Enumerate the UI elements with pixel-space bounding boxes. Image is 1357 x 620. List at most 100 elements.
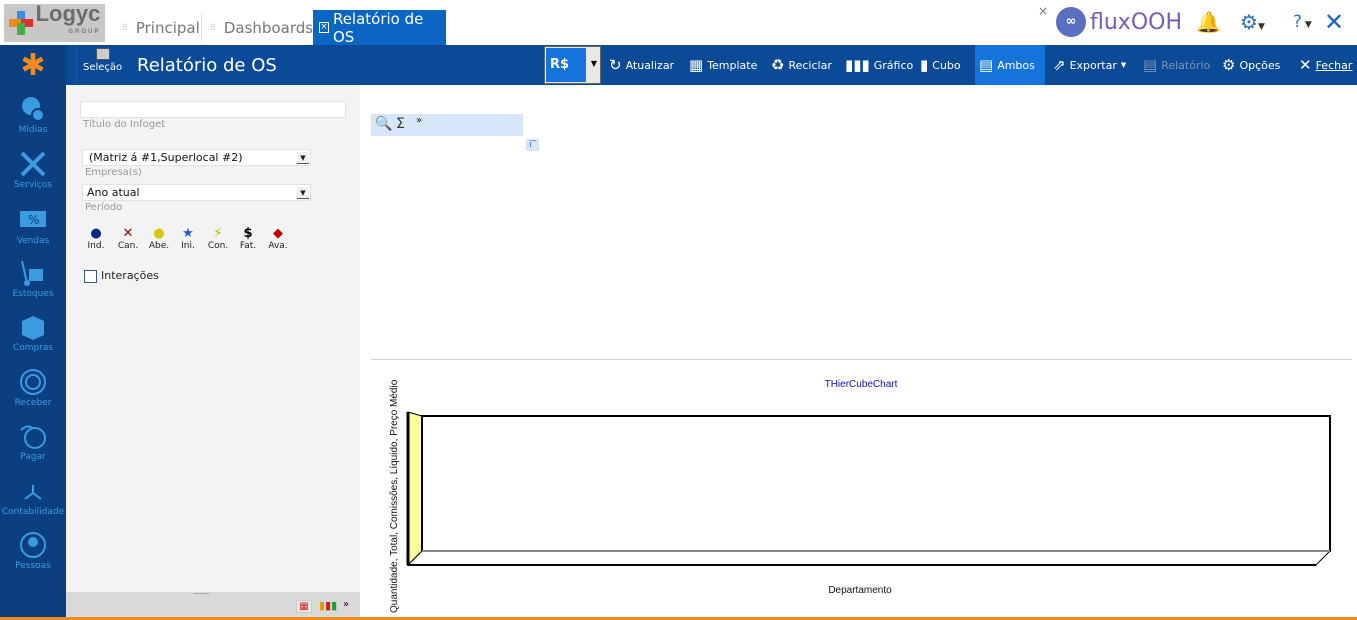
- tab-dashboards[interactable]: ⠿ Dashboards: [196, 10, 323, 45]
- ambos-button[interactable]: ▤ Ambos: [975, 45, 1045, 85]
- help-icon[interactable]: ? ▼: [1293, 12, 1312, 32]
- refresh-icon: ↻: [609, 56, 622, 74]
- recycle-icon: ♻: [771, 56, 785, 74]
- status-fat[interactable]: $ Fat.: [234, 226, 262, 251]
- status-abe[interactable]: ● Abe.: [145, 226, 173, 251]
- grid-view-icon[interactable]: ▦: [296, 600, 312, 613]
- sidebar-item-pessoas[interactable]: Pessoas: [0, 531, 66, 571]
- resize-grip[interactable]: ·············: [193, 590, 210, 598]
- cubo-button[interactable]: ▮ Cubo: [916, 45, 965, 85]
- chart-view-icon[interactable]: ▮▮▮: [319, 599, 337, 612]
- period-select[interactable]: Ano atual ▼: [82, 184, 311, 201]
- close-app-icon[interactable]: ✕: [1324, 8, 1344, 36]
- sidebar-item-receber[interactable]: Receber: [0, 368, 66, 408]
- accounting-icon: [24, 485, 42, 500]
- settings-gear-icon[interactable]: ⚙▼: [1240, 10, 1265, 34]
- sidebar-item-vendas[interactable]: % Vendas: [0, 206, 66, 246]
- sum-tool-icon[interactable]: Σ: [396, 116, 405, 132]
- chart-plot: [406, 411, 1332, 567]
- status-ini[interactable]: ★ Ini.: [174, 226, 202, 251]
- page-title: Relatório de OS: [137, 55, 277, 76]
- brand-text: fluxOOH: [1090, 9, 1182, 35]
- exportar-button[interactable]: ⇗ Exportar ▼: [1049, 45, 1130, 85]
- info-icon: ●: [90, 226, 102, 241]
- button-label: Exportar: [1069, 58, 1117, 72]
- button-label: Cubo: [932, 58, 961, 72]
- notification-bell-icon[interactable]: 🔔: [1196, 10, 1221, 34]
- title-label: Título do Infoget: [83, 119, 166, 130]
- title-input[interactable]: [80, 101, 346, 118]
- atualizar-button[interactable]: ↻ Atualizar: [605, 45, 678, 85]
- status-label: Ava.: [268, 241, 288, 251]
- box-icon: [22, 316, 44, 340]
- brand-icon: ∞: [1056, 7, 1086, 37]
- selection-button[interactable]: Seleção: [83, 48, 122, 73]
- sidebar-item-label: Compras: [12, 343, 54, 353]
- company-label: Empresa(s): [85, 167, 142, 178]
- sidebar-item-servicos[interactable]: Serviços: [0, 150, 66, 190]
- button-label: Template: [707, 58, 758, 72]
- reciclar-button[interactable]: ♻ Reciclar: [767, 45, 836, 85]
- star-icon: ★: [182, 226, 194, 241]
- status-label: Ini.: [181, 241, 195, 251]
- diamond-alert-icon: ◆: [273, 226, 283, 241]
- sidebar-item-contabilidade[interactable]: Contabilidade: [0, 477, 66, 517]
- sidebar-item-label: Pessoas: [15, 561, 51, 571]
- button-label: Fechar: [1315, 58, 1353, 72]
- status-ind[interactable]: ● Ind.: [82, 226, 110, 251]
- interactions-checkbox[interactable]: [84, 270, 97, 283]
- close-icon: ✕: [1299, 56, 1312, 74]
- status-con[interactable]: ⚡ Con.: [204, 226, 232, 251]
- location-icon: [22, 97, 45, 122]
- pay-coin-icon: [20, 425, 46, 449]
- sidebar-item-label: Pagar: [20, 452, 46, 462]
- coin-icon: [20, 369, 46, 395]
- button-label: Atualizar: [625, 58, 675, 72]
- zoom-tool-icon[interactable]: 🔍: [375, 116, 392, 132]
- both-icon: ▤: [979, 56, 994, 74]
- button-label: Relatório: [1161, 58, 1211, 72]
- chart-back-wall: [421, 415, 1331, 552]
- status-ava[interactable]: ◆ Ava.: [264, 226, 292, 251]
- button-label: Reciclar: [788, 58, 832, 72]
- tab-close-icon[interactable]: ×: [319, 22, 329, 33]
- tab-label: Dashboards: [223, 18, 314, 37]
- button-label: Gráfico: [873, 58, 914, 72]
- info-field-icon[interactable]: i‾: [526, 139, 539, 151]
- button-label: Opções: [1239, 58, 1281, 72]
- sales-tag-icon: %: [20, 211, 46, 227]
- app-menu-icon[interactable]: ✱: [17, 51, 49, 82]
- tab-relatorio-os[interactable]: × Relatório de OS: [313, 9, 446, 46]
- company-select[interactable]: (Matriz á #1,Superlocal #2) ▼: [82, 149, 311, 166]
- grafico-button[interactable]: ▮▮▮ Gráfico: [841, 45, 917, 85]
- currency-select[interactable]: R$ ▼: [544, 46, 601, 84]
- status-label: Ind.: [87, 241, 105, 251]
- fechar-button[interactable]: ✕ Fechar: [1295, 45, 1356, 85]
- close-brand-icon[interactable]: ×: [1038, 4, 1048, 18]
- sidebar-item-label: Estoques: [12, 289, 54, 299]
- sidebar-item-midias[interactable]: Mídias: [0, 95, 66, 135]
- button-label: Ambos: [997, 58, 1035, 72]
- template-icon: ▦: [689, 56, 704, 74]
- template-button[interactable]: ▦ Template: [685, 45, 761, 85]
- tab-label: Relatório de OS: [332, 9, 424, 46]
- hand-truck-icon: [21, 260, 43, 286]
- more-options-icon[interactable]: »: [343, 599, 349, 610]
- opcoes-button[interactable]: ⚙ Opções: [1218, 45, 1284, 85]
- sidebar-item-compras[interactable]: Compras: [0, 313, 66, 353]
- cancel-x-icon: ✕: [122, 226, 134, 241]
- status-can[interactable]: ✕ Can.: [114, 226, 142, 251]
- sidebar-item-pagar[interactable]: Pagar: [0, 422, 66, 462]
- company-value: (Matriz á #1,Superlocal #2): [89, 151, 243, 164]
- tab-principal[interactable]: ⠿ Principal: [108, 10, 210, 45]
- relatorio-button[interactable]: ▤ Relatório: [1139, 45, 1214, 85]
- report-icon: ▤: [1143, 56, 1158, 74]
- pivot-toolbar: [371, 114, 523, 136]
- splitter[interactable]: [371, 359, 1352, 360]
- chart-icon: ▮▮▮: [845, 56, 870, 74]
- more-tools-icon[interactable]: »: [416, 115, 422, 126]
- currency-value: R$: [546, 48, 586, 82]
- tools-icon: [20, 151, 46, 177]
- dollar-icon: $: [243, 226, 253, 241]
- sidebar-item-estoques[interactable]: Estoques: [0, 259, 66, 299]
